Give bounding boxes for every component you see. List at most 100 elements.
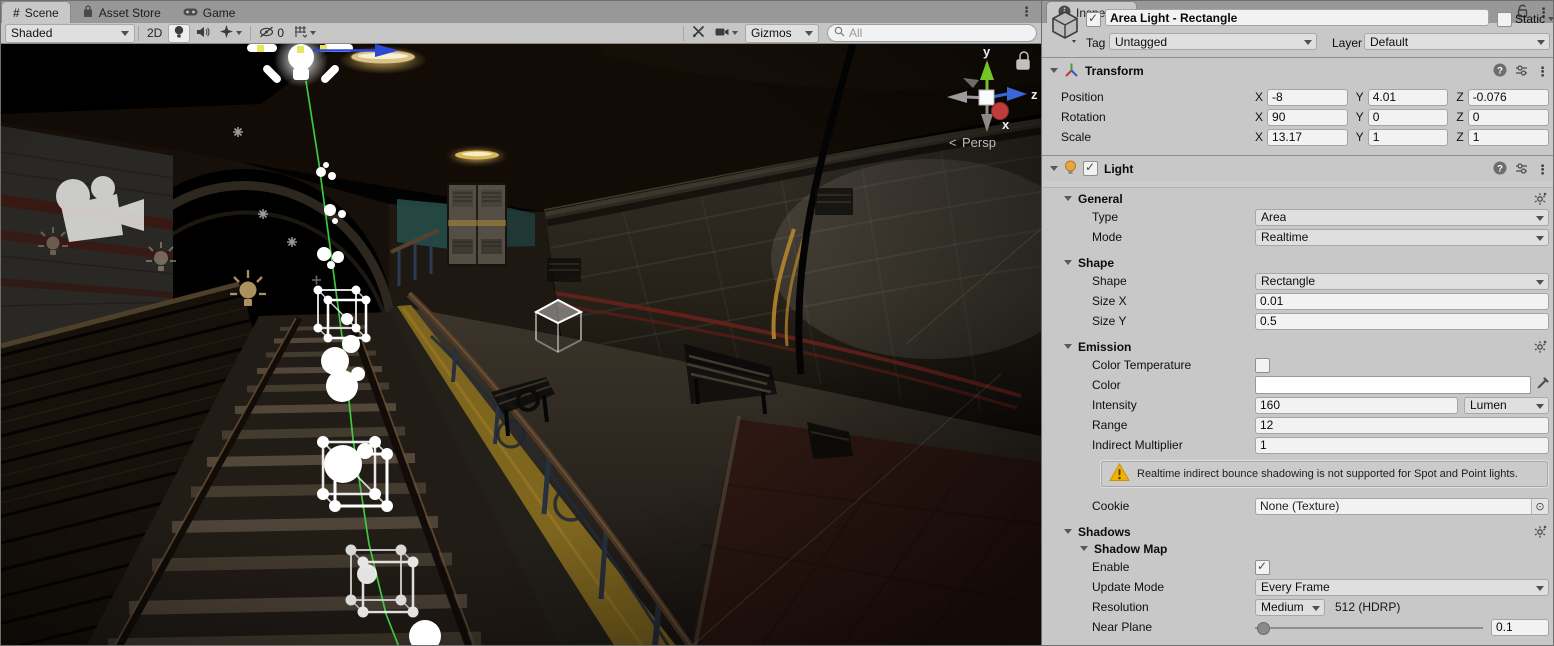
gameobject-name-field[interactable] [1105, 9, 1489, 26]
size-x-row: Size X [1042, 291, 1553, 311]
scene-search-field[interactable] [827, 24, 1037, 42]
shape-dropdown[interactable]: Rectangle [1255, 272, 1549, 290]
scale-x-field[interactable] [1267, 128, 1348, 146]
size-y-field[interactable] [1255, 312, 1549, 330]
transform-header[interactable]: Transform ? ⋮ [1042, 57, 1553, 83]
foldout-icon[interactable] [1050, 166, 1058, 171]
near-plane-slider[interactable] [1255, 619, 1483, 636]
warning-icon [1109, 462, 1130, 485]
position-x-field[interactable] [1267, 88, 1348, 106]
shadow-enable-checkbox[interactable] [1255, 559, 1270, 575]
color-temperature-label: Color Temperature [1092, 358, 1192, 372]
resolution-dropdown[interactable]: Medium [1255, 598, 1325, 616]
foldout-icon[interactable] [1064, 260, 1072, 265]
shading-mode-dropdown[interactable]: Shaded [5, 23, 135, 43]
range-field[interactable] [1255, 416, 1549, 434]
intensity-field[interactable] [1255, 396, 1458, 414]
eyedropper-icon[interactable] [1536, 377, 1549, 393]
update-mode-dropdown[interactable]: Every Frame [1255, 578, 1549, 596]
static-dropdown-caret[interactable] [1548, 17, 1553, 21]
2d-toggle-button[interactable]: 2D [143, 25, 166, 42]
position-z-field[interactable] [1467, 88, 1550, 106]
size-y-label: Size Y [1092, 314, 1127, 328]
intensity-row: Intensity Lumen [1042, 395, 1553, 415]
light-enabled-checkbox[interactable] [1083, 160, 1098, 176]
update-mode-row: Update Mode Every Frame [1042, 577, 1553, 597]
gameobject-header: Static Tag Untagged Layer Default [1042, 1, 1553, 57]
size-x-field[interactable] [1255, 292, 1549, 310]
tab-asset-store-label: Asset Store [98, 5, 161, 20]
scene-camera-button[interactable] [711, 25, 742, 42]
foldout-icon[interactable] [1064, 344, 1072, 349]
object-picker-icon[interactable]: ⊙ [1531, 498, 1548, 514]
scale-z-field[interactable] [1467, 128, 1550, 146]
scene-viewport[interactable]: y z x < Persp [1, 44, 1041, 646]
unity-editor-window: # Scene Asset Store Game ⋮ Shaded 2D 0 G… [0, 0, 1554, 646]
foldout-icon[interactable] [1080, 546, 1088, 551]
scene-lighting-button[interactable] [168, 23, 191, 43]
rotation-x-field[interactable] [1267, 108, 1348, 126]
advanced-gear-icon[interactable] [1534, 340, 1547, 356]
tab-asset-store[interactable]: Asset Store [71, 2, 172, 23]
advanced-gear-icon[interactable] [1534, 525, 1547, 541]
scale-row: Scale X Y Z [1042, 127, 1553, 147]
mode-dropdown[interactable]: Realtime [1255, 228, 1549, 246]
component-menu-icon[interactable]: ⋮ [1536, 65, 1549, 78]
axis-label-x: x [1002, 117, 1010, 132]
foldout-icon[interactable] [1064, 529, 1072, 534]
tab-scene[interactable]: # Scene [1, 1, 71, 23]
audio-toggle-button[interactable] [192, 25, 214, 42]
color-swatch[interactable] [1255, 376, 1531, 394]
gizmos-dropdown[interactable]: Gizmos [745, 23, 819, 43]
active-checkbox[interactable] [1086, 11, 1101, 27]
enable-label: Enable [1092, 560, 1130, 574]
general-section-header[interactable]: General [1042, 190, 1553, 208]
presets-icon[interactable] [1515, 162, 1528, 178]
persp-label[interactable]: < Persp [949, 135, 996, 150]
hidden-objects-count: 0 [277, 26, 285, 40]
shadows-section-header[interactable]: Shadows [1042, 523, 1553, 541]
presets-icon[interactable] [1515, 64, 1528, 80]
component-menu-icon[interactable]: ⋮ [1536, 163, 1549, 176]
search-input[interactable] [849, 26, 1030, 40]
shape-title: Shape [1078, 255, 1115, 270]
grid-snap-caret[interactable] [310, 31, 317, 35]
tab-game[interactable]: Game [172, 2, 247, 23]
effects-dropdown-caret[interactable] [236, 31, 243, 35]
rotation-z-field[interactable] [1467, 108, 1550, 126]
scale-y-field[interactable] [1367, 128, 1449, 146]
scene-panel-menu-icon[interactable]: ⋮ [1020, 5, 1033, 18]
light-header[interactable]: Light ? ⋮ [1042, 155, 1553, 181]
layer-dropdown[interactable]: Default [1364, 33, 1550, 50]
shading-mode-value: Shaded [11, 26, 53, 40]
gameobject-cube-icon[interactable] [1050, 9, 1080, 48]
tab-game-label: Game [202, 5, 236, 20]
effects-toggle-button[interactable] [216, 25, 246, 42]
static-checkbox[interactable] [1497, 12, 1512, 27]
gizmo-center-cube[interactable] [978, 89, 995, 106]
shape-section-header[interactable]: Shape [1042, 254, 1553, 271]
shadow-map-header[interactable]: Shadow Map [1042, 540, 1553, 557]
foldout-icon[interactable] [1050, 68, 1058, 73]
near-plane-field[interactable] [1491, 618, 1549, 636]
tag-dropdown[interactable]: Untagged [1109, 33, 1317, 50]
help-icon[interactable]: ? [1493, 63, 1507, 80]
advanced-gear-icon[interactable] [1534, 192, 1547, 208]
eye-slash-icon [259, 26, 274, 41]
cookie-object-field[interactable]: None (Texture) ⊙ [1255, 497, 1549, 515]
help-icon[interactable]: ? [1493, 161, 1507, 178]
indirect-multiplier-field[interactable] [1255, 436, 1549, 454]
grid-snap-button[interactable] [290, 25, 320, 42]
foldout-icon[interactable] [1064, 196, 1072, 201]
camera-dropdown-caret[interactable] [732, 31, 738, 35]
component-tools-button[interactable] [688, 25, 709, 42]
rotation-y-field[interactable] [1367, 108, 1449, 126]
color-temperature-checkbox[interactable] [1255, 357, 1270, 373]
type-dropdown[interactable]: Area [1255, 208, 1549, 226]
hidden-objects-button[interactable]: 0 [255, 25, 288, 42]
emission-section-header[interactable]: Emission [1042, 338, 1553, 356]
intensity-unit-dropdown[interactable]: Lumen [1464, 396, 1549, 414]
axis-label-y: y [983, 44, 991, 59]
position-y-field[interactable] [1367, 88, 1449, 106]
cookie-label: Cookie [1092, 499, 1130, 513]
